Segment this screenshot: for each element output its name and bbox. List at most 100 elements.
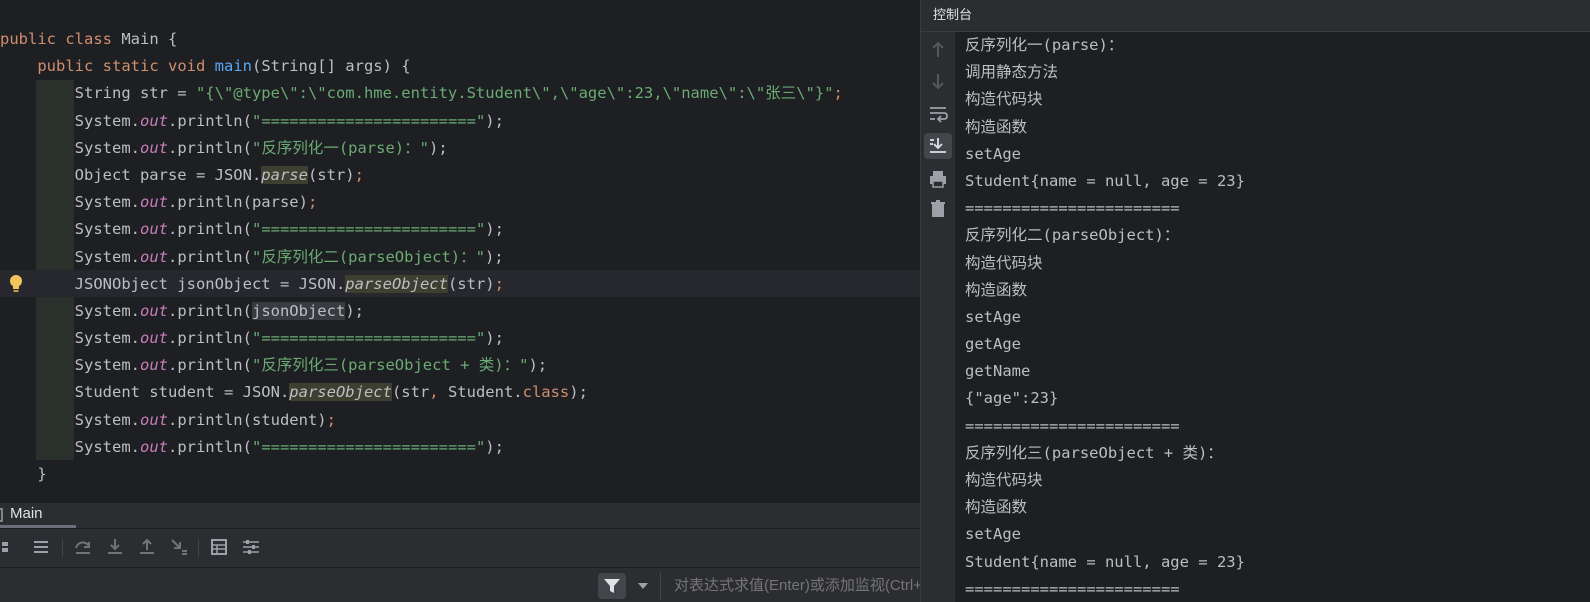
code-token: );	[485, 111, 504, 130]
scroll-to-end-button[interactable]	[924, 133, 952, 159]
code-token: );	[484, 247, 504, 266]
toolbar-divider	[198, 539, 199, 557]
code-line[interactable]: System.out.println("====================…	[0, 216, 920, 243]
code-token: .println(	[167, 301, 252, 320]
code-line[interactable]: JSONObject jsonObject = JSON.parseObject…	[0, 271, 920, 298]
code-token: System.	[0, 247, 140, 266]
code-token: );	[569, 383, 588, 402]
code-token: void	[167, 57, 215, 76]
code-line[interactable]: System.out.println("====================…	[0, 325, 920, 352]
code-token: out	[139, 329, 168, 348]
console-line: setAge	[965, 307, 1021, 326]
code-token: .println(	[167, 356, 252, 375]
code-line[interactable]: public class Main {	[0, 26, 920, 53]
trace-stream-icon[interactable]	[241, 537, 261, 557]
scroll-to-end-icon	[930, 138, 946, 153]
code-token: ;	[494, 274, 504, 293]
console-line: 构造代码块	[965, 471, 1043, 489]
code-line[interactable]: Object parse = JSON.parse(str);	[0, 162, 920, 189]
code-line[interactable]: public static void main(String[] args) {	[0, 53, 920, 80]
frames-icon[interactable]	[0, 537, 12, 557]
code-token: .println(	[167, 247, 252, 266]
code-line[interactable]: Student student = JSON.parseObject(str, …	[0, 379, 920, 406]
code-line[interactable]: System.out.println(student);	[0, 407, 920, 434]
code-token: main	[214, 57, 252, 76]
code-token: ;	[326, 410, 336, 429]
code-token: "反序列化一(parse)："	[251, 138, 429, 157]
console-line: setAge	[965, 144, 1021, 163]
code-token: Student student = JSON.	[0, 383, 290, 402]
chevron-down-icon[interactable]	[636, 581, 650, 591]
console-line: getName	[965, 362, 1031, 381]
soft-wrap-icon[interactable]	[927, 103, 949, 125]
console-line: getAge	[965, 335, 1021, 354]
code-token: System.	[0, 410, 140, 429]
print-icon[interactable]	[927, 168, 949, 190]
code-token: Main {	[121, 30, 178, 48]
code-token: "======================="	[251, 329, 486, 348]
code-line[interactable]: System.out.println("====================…	[0, 108, 920, 135]
code-token: );	[345, 301, 364, 320]
code-token: }	[0, 465, 47, 483]
console-output[interactable]: 反序列化一(parse)： 调用静态方法 构造代码块 构造函数 setAge Studen…	[965, 32, 1585, 602]
code-line[interactable]: System.out.println(parse);	[0, 189, 920, 216]
code-token: out	[139, 138, 168, 157]
code-token: );	[485, 437, 504, 456]
code-token: (str)	[447, 274, 495, 293]
code-token: "======================="	[251, 437, 486, 456]
code-token: );	[485, 329, 504, 348]
code-lines[interactable]: public class Main { public static void m…	[0, 26, 920, 488]
step-into-icon[interactable]	[105, 537, 125, 557]
code-token: System.	[0, 301, 140, 320]
code-token: ;	[307, 193, 318, 212]
arrow-down-icon[interactable]	[927, 70, 949, 92]
code-token: ;	[354, 165, 364, 184]
console-line: Student{name = null, age = 23}	[965, 552, 1245, 571]
console-line: {"age":23}	[965, 389, 1059, 408]
console-header: 控制台	[921, 0, 1590, 32]
console-line: Student{name = null, age = 23}	[965, 171, 1245, 190]
code-token: System.	[0, 356, 140, 375]
evaluate-row	[0, 567, 920, 602]
code-token: public	[37, 57, 103, 76]
code-token: );	[485, 220, 504, 239]
trash-icon[interactable]	[927, 198, 949, 220]
code-line[interactable]: }	[0, 461, 920, 488]
console-line: 调用静态方法	[965, 63, 1059, 82]
code-line[interactable]: System.out.println(jsonObject);	[0, 298, 920, 325]
debug-toolbar	[0, 533, 920, 563]
code-token: );	[428, 138, 448, 157]
code-line[interactable]: System.out.println("====================…	[0, 434, 920, 461]
console-line: setAge	[965, 525, 1021, 544]
code-token: public	[0, 30, 66, 48]
evaluate-expression-input[interactable]	[662, 568, 920, 602]
step-over-icon[interactable]	[73, 537, 93, 557]
filter-button[interactable]	[598, 573, 626, 599]
threads-list-icon[interactable]	[31, 537, 51, 557]
code-line[interactable]: System.out.println("反序列化三(parseObject + …	[0, 352, 920, 379]
code-token: out	[139, 437, 168, 456]
code-token: System.	[0, 111, 140, 130]
console-line: 反序列化二(parseObject)：	[965, 226, 1180, 245]
step-out-icon[interactable]	[137, 537, 157, 557]
code-token: JSONObject jsonObject	[0, 274, 280, 293]
arrow-up-icon[interactable]	[927, 39, 949, 61]
code-line[interactable]: System.out.println("反序列化一(parse)：");	[0, 135, 920, 162]
run-to-cursor-icon[interactable]	[169, 537, 189, 557]
console-line: 构造函数	[965, 280, 1028, 299]
code-token: parseObject	[289, 383, 392, 402]
console-line: 反序列化三(parseObject + 类)：	[965, 443, 1223, 462]
evaluate-expression-icon[interactable]	[209, 537, 229, 557]
code-token: .println(parse)	[167, 193, 308, 212]
code-line[interactable]: System.out.println("反序列化二(parseObject)："…	[0, 244, 920, 271]
code-editor[interactable]: public class Main { public static void m…	[0, 0, 920, 502]
code-token: .println(	[167, 111, 252, 130]
code-token: class	[522, 383, 570, 402]
code-token: System.	[0, 329, 140, 348]
code-token: System.	[0, 437, 140, 456]
filter-icon	[604, 579, 620, 593]
code-line[interactable]: String str = "{\"@type\":\"com.hme.entit…	[0, 80, 920, 107]
console-line: 构造代码块	[965, 90, 1043, 109]
input-divider	[660, 572, 661, 600]
